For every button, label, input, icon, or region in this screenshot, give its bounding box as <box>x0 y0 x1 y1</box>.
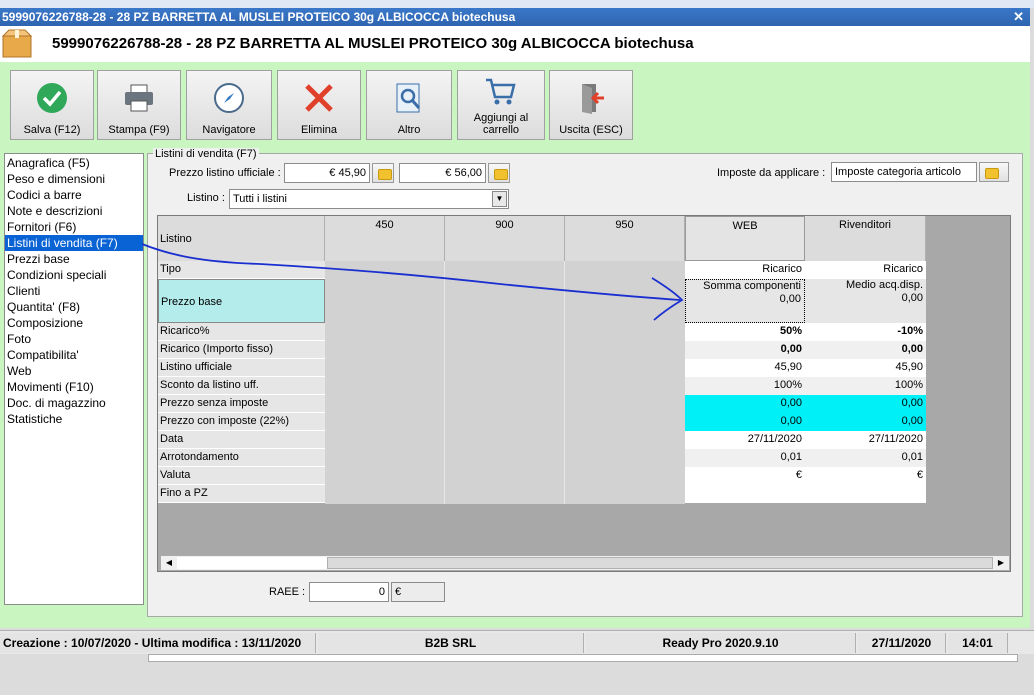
status-dates: Creazione : 10/07/2020 - Ultima modifica… <box>0 633 316 653</box>
background-window <box>0 654 1034 695</box>
status-version: Ready Pro 2020.9.10 <box>586 633 856 653</box>
annotation-arrow <box>141 243 684 321</box>
status-company: B2B SRL <box>318 633 584 653</box>
status-time: 14:01 <box>948 633 1008 653</box>
status-bar: Creazione : 10/07/2020 - Ultima modifica… <box>0 630 1034 654</box>
status-date: 27/11/2020 <box>858 633 946 653</box>
background-field <box>148 654 1018 662</box>
